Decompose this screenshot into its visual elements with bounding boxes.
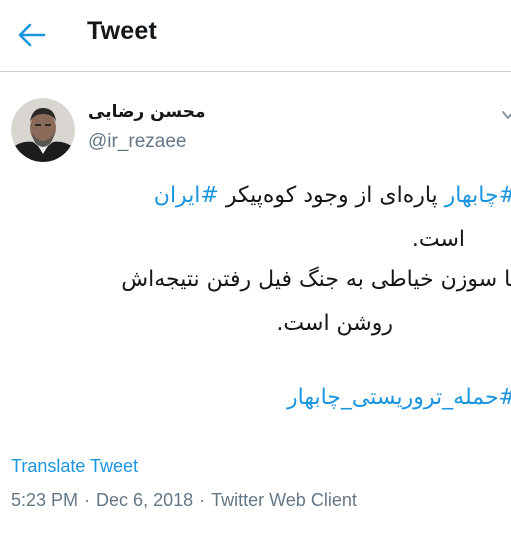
hashtag-link[interactable]: #حمله_تروریستی_چابهار bbox=[287, 385, 511, 410]
tweet-time[interactable]: 5:23 PM bbox=[11, 490, 78, 510]
tweet-text-line-4: روشن است. bbox=[276, 311, 393, 336]
translate-tweet-link[interactable]: Translate Tweet bbox=[11, 456, 138, 477]
tweet-text-line-1: #چابهار پاره‌ای از وجود کوه‌پیکر #ایران bbox=[154, 183, 511, 208]
tweet-metadata: 5:23 PM · Dec 6, 2018 · Twitter Web Client bbox=[11, 490, 357, 511]
hashtag-link[interactable]: #چابهار bbox=[445, 183, 511, 208]
arrow-left-icon bbox=[18, 23, 46, 47]
author-name[interactable]: محسن رضایی bbox=[88, 102, 205, 122]
tweet-detail-screen: Tweet محسن رضایی @ir_rezaee #چابهار پاره… bbox=[0, 0, 511, 549]
tweet-date[interactable]: Dec 6, 2018 bbox=[96, 490, 193, 510]
hashtag-link[interactable]: #ایران bbox=[154, 183, 219, 208]
profile-photo bbox=[11, 98, 75, 162]
tweet-text-line-5: #حمله_تروریستی_چابهار bbox=[287, 385, 511, 410]
chevron-down-icon bbox=[502, 111, 511, 119]
tweet-menu-button[interactable] bbox=[501, 107, 511, 121]
tweet-text: پاره‌ای از وجود کوه‌پیکر bbox=[218, 183, 445, 208]
author-handle[interactable]: @ir_rezaee bbox=[88, 131, 187, 153]
tweet-text-line-3: با سوزن خیاطی به جنگ فیل رفتن نتیجه‌اش bbox=[121, 267, 511, 292]
page-title: Tweet bbox=[87, 17, 157, 45]
separator: · bbox=[199, 490, 206, 510]
avatar[interactable] bbox=[11, 98, 75, 162]
top-app-bar: Tweet bbox=[0, 0, 511, 72]
back-button[interactable] bbox=[14, 20, 48, 50]
tweet-client[interactable]: Twitter Web Client bbox=[211, 490, 357, 510]
tweet-text-line-2: است. bbox=[411, 227, 465, 252]
separator: · bbox=[84, 490, 91, 510]
